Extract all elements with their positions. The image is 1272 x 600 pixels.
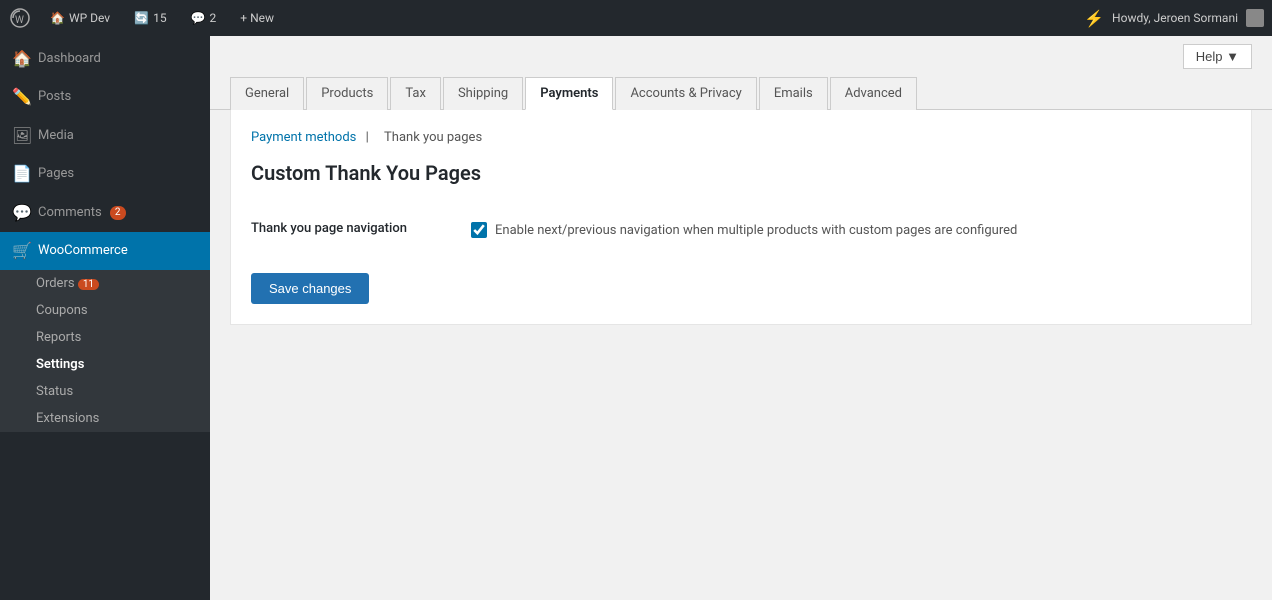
orders-badge: 11 — [78, 279, 99, 290]
wp-logo-icon[interactable]: W — [8, 6, 32, 30]
tab-advanced[interactable]: Advanced — [830, 77, 917, 110]
settings-tabs: General Products Tax Shipping Payments A… — [210, 77, 1272, 110]
tab-shipping[interactable]: Shipping — [443, 77, 523, 110]
tab-tax[interactable]: Tax — [390, 77, 441, 110]
sidebar-item-media[interactable]: 🖼 Media — [0, 117, 210, 155]
comments-badge: 2 — [110, 206, 126, 220]
tab-payments[interactable]: Payments — [525, 77, 613, 110]
navigation-label: Thank you page navigation — [251, 209, 471, 253]
sidebar-sub-extensions[interactable]: Extensions — [0, 405, 210, 432]
sidebar-item-dashboard[interactable]: 🏠 Dashboard — [0, 40, 210, 78]
comments-icon: 💬 — [12, 202, 30, 224]
user-greeting: Howdy, Jeroen Sormani — [1112, 11, 1238, 25]
avatar[interactable] — [1246, 9, 1264, 27]
pages-icon: 📄 — [12, 163, 30, 185]
tab-emails[interactable]: Emails — [759, 77, 828, 110]
tab-general[interactable]: General — [230, 77, 304, 110]
help-button[interactable]: Help ▼ — [1183, 44, 1252, 69]
woocommerce-icon: 🛒 — [12, 240, 30, 262]
dashboard-icon: 🏠 — [12, 48, 30, 70]
breadcrumb-separator: | — [366, 130, 369, 145]
sidebar-item-posts[interactable]: ✏️ Posts — [0, 78, 210, 116]
navigation-checkbox[interactable] — [471, 222, 487, 238]
navigation-control: Enable next/previous navigation when mul… — [471, 209, 1231, 253]
site-name[interactable]: 🏠 WP Dev — [44, 11, 116, 25]
save-changes-button[interactable]: Save changes — [251, 273, 369, 304]
tab-products[interactable]: Products — [306, 77, 388, 110]
sidebar: 🏠 Dashboard ✏️ Posts 🖼 Media 📄 Pages 💬 C… — [0, 36, 210, 600]
sidebar-sub-orders[interactable]: Orders 11 — [0, 270, 210, 297]
sidebar-sub-settings[interactable]: Settings — [0, 351, 210, 378]
sidebar-sub-status[interactable]: Status — [0, 378, 210, 405]
breadcrumb-current: Thank you pages — [384, 130, 482, 145]
home-icon: 🏠 — [50, 11, 65, 25]
sidebar-sub-reports[interactable]: Reports — [0, 324, 210, 351]
navigation-checkbox-label: Enable next/previous navigation when mul… — [495, 221, 1017, 241]
new-item[interactable]: + New — [234, 11, 280, 25]
woocommerce-submenu: Orders 11 Coupons Reports Settings Statu… — [0, 270, 210, 432]
page-content: Payment methods | Thank you pages Custom… — [230, 110, 1252, 325]
sidebar-sub-coupons[interactable]: Coupons — [0, 297, 210, 324]
navigation-row: Thank you page navigation Enable next/pr… — [251, 209, 1231, 253]
comment-icon: 💬 — [191, 11, 206, 25]
admin-bar: W 🏠 WP Dev 🔄 15 💬 2 + New ⚡ Howdy, Jeroe… — [0, 0, 1272, 36]
sidebar-item-comments[interactable]: 💬 Comments 2 — [0, 194, 210, 232]
posts-icon: ✏️ — [12, 86, 30, 108]
svg-text:W: W — [15, 15, 24, 26]
content-area: Help ▼ General Products Tax Shipping Pay… — [210, 36, 1272, 600]
sidebar-item-pages[interactable]: 📄 Pages — [0, 155, 210, 193]
update-icon: 🔄 — [134, 11, 149, 25]
bolt-icon: ⚡ — [1084, 9, 1104, 28]
tab-accounts-privacy[interactable]: Accounts & Privacy — [615, 77, 756, 110]
help-bar: Help ▼ — [210, 36, 1272, 69]
page-title: Custom Thank You Pages — [251, 161, 1231, 185]
breadcrumb: Payment methods | Thank you pages — [251, 130, 1231, 145]
sidebar-item-woocommerce[interactable]: 🛒 WooCommerce — [0, 232, 210, 270]
comments-item[interactable]: 💬 2 — [185, 11, 223, 25]
admin-bar-right: ⚡ Howdy, Jeroen Sormani — [1084, 9, 1264, 28]
checkbox-row: Enable next/previous navigation when mul… — [471, 221, 1231, 241]
media-icon: 🖼 — [12, 125, 30, 147]
updates-item[interactable]: 🔄 15 — [128, 11, 172, 25]
main-layout: 🏠 Dashboard ✏️ Posts 🖼 Media 📄 Pages 💬 C… — [0, 36, 1272, 600]
breadcrumb-link[interactable]: Payment methods — [251, 130, 356, 145]
settings-table: Thank you page navigation Enable next/pr… — [251, 209, 1231, 253]
